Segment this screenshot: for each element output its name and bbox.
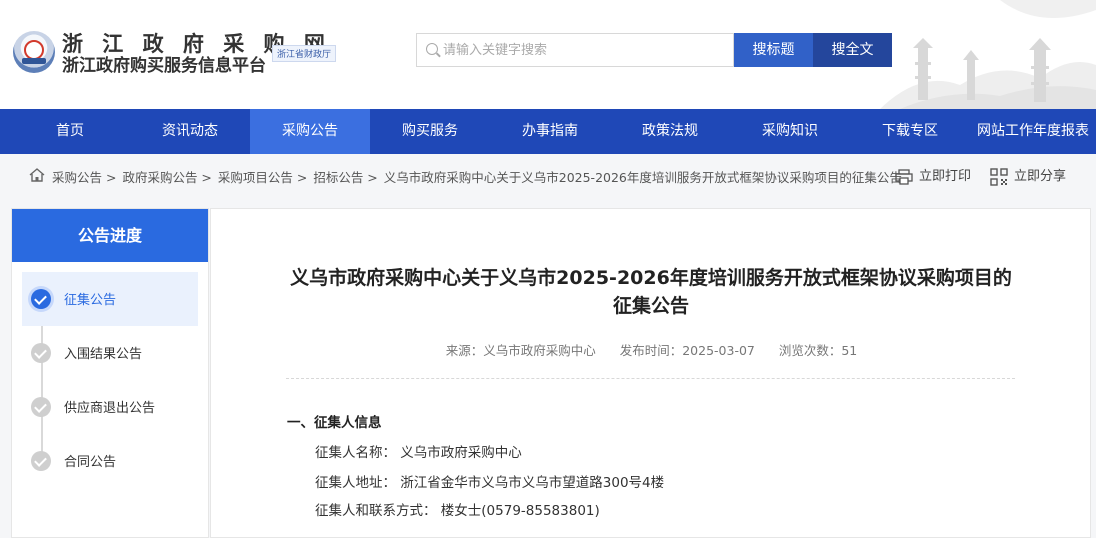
progress-step-label: 入围结果公告 (64, 347, 143, 362)
progress-step-solicitation[interactable]: 征集公告 (22, 272, 198, 326)
breadcrumb-item[interactable]: 政府采购公告 > (122, 170, 211, 185)
progress-step-contract[interactable]: 合同公告 (22, 434, 198, 488)
article-title: 义乌市政府采购中心关于义乌市2025-2026年度培训服务开放式框架协议采购项目… (290, 267, 1012, 317)
solicitor-contact: 征集人和联系方式： 楼女士(0579-85583801) (315, 503, 600, 519)
share-label: 立即分享 (1014, 169, 1067, 184)
nav-news[interactable]: 资讯动态 (130, 109, 250, 154)
article-panel: 义乌市政府采购中心关于义乌市2025-2026年度培训服务开放式框架协议采购项目… (210, 208, 1091, 538)
article-meta: 来源：义乌市政府采购中心 发布时间：2025-03-07 浏览次数：51 (211, 340, 1092, 359)
print-label: 立即打印 (919, 169, 972, 184)
nav-purchase-services[interactable]: 购买服务 (370, 109, 490, 154)
main-nav: 首页 资讯动态 采购公告 购买服务 办事指南 政策法规 采购知识 下载专区 网站… (0, 109, 1096, 154)
nav-annual-report[interactable]: 网站工作年度报表 (970, 109, 1096, 154)
share-button[interactable]: 立即分享 (990, 165, 1067, 186)
site-header: 浙 江 政 府 采 购 网 浙江政府购买服务信息平台 浙江省财政厅 搜标题 搜全… (0, 0, 1096, 109)
solicitor-address: 征集人地址： 浙江省金华市义乌市义乌市望道路300号4楼 (315, 475, 665, 491)
progress-step-shortlist-result[interactable]: 入围结果公告 (22, 326, 198, 380)
nav-knowledge[interactable]: 采购知识 (730, 109, 850, 154)
search-input[interactable] (443, 34, 728, 66)
breadcrumb: 采购公告 > 政府采购公告 > 采购项目公告 > 招标公告 > 义乌市政府采购中… (52, 167, 904, 186)
nav-guide[interactable]: 办事指南 (490, 109, 610, 154)
check-circle-icon (31, 343, 51, 363)
site-emblem-icon[interactable] (13, 31, 55, 73)
article-view-count: 浏览次数：51 (778, 343, 858, 358)
search-title-button[interactable]: 搜标题 (734, 33, 813, 67)
article-publish-date: 发布时间：2025-03-07 (619, 343, 755, 358)
solicitor-name: 征集人名称： 义乌市政府采购中心 (315, 445, 522, 461)
progress-step-label: 供应商退出公告 (64, 401, 156, 416)
progress-step-label: 征集公告 (64, 293, 117, 308)
progress-title: 公告进度 (12, 209, 208, 262)
notice-progress-panel: 公告进度 征集公告 入围结果公告 供应商退出公告 合同公告 (11, 208, 209, 538)
nav-procurement-notices[interactable]: 采购公告 (250, 109, 370, 154)
pagoda-scenery-decoration (880, 0, 1096, 109)
site-subtitle[interactable]: 浙江政府购买服务信息平台 (62, 51, 266, 76)
breadcrumb-item[interactable]: 采购项目公告 > (218, 170, 307, 185)
home-icon[interactable] (29, 168, 45, 182)
check-circle-icon (31, 397, 51, 417)
search-icon (426, 43, 438, 55)
section-heading: 一、征集人信息 (287, 415, 382, 431)
breadcrumb-bar: 采购公告 > 政府采购公告 > 采购项目公告 > 招标公告 > 义乌市政府采购中… (0, 154, 1096, 196)
search-box (416, 33, 734, 67)
dashed-divider (286, 378, 1015, 379)
print-button[interactable]: 立即打印 (895, 165, 971, 185)
breadcrumb-item[interactable]: 采购公告 > (52, 170, 116, 185)
progress-step-label: 合同公告 (64, 455, 117, 470)
nav-policies[interactable]: 政策法规 (610, 109, 730, 154)
check-circle-icon (31, 289, 51, 309)
nav-home[interactable]: 首页 (10, 109, 130, 154)
progress-step-supplier-exit[interactable]: 供应商退出公告 (22, 380, 198, 434)
breadcrumb-current: 义乌市政府采购中心关于义乌市2025-2026年度培训服务开放式框架协议采购项目… (383, 170, 902, 185)
department-tag: 浙江省财政厅 (272, 45, 337, 62)
check-circle-icon (31, 451, 51, 471)
nav-downloads[interactable]: 下载专区 (850, 109, 970, 154)
breadcrumb-item[interactable]: 招标公告 > (313, 170, 377, 185)
article-source: 来源：义乌市政府采购中心 (445, 343, 596, 358)
qr-code-icon (990, 167, 1008, 186)
printer-icon (895, 168, 913, 185)
